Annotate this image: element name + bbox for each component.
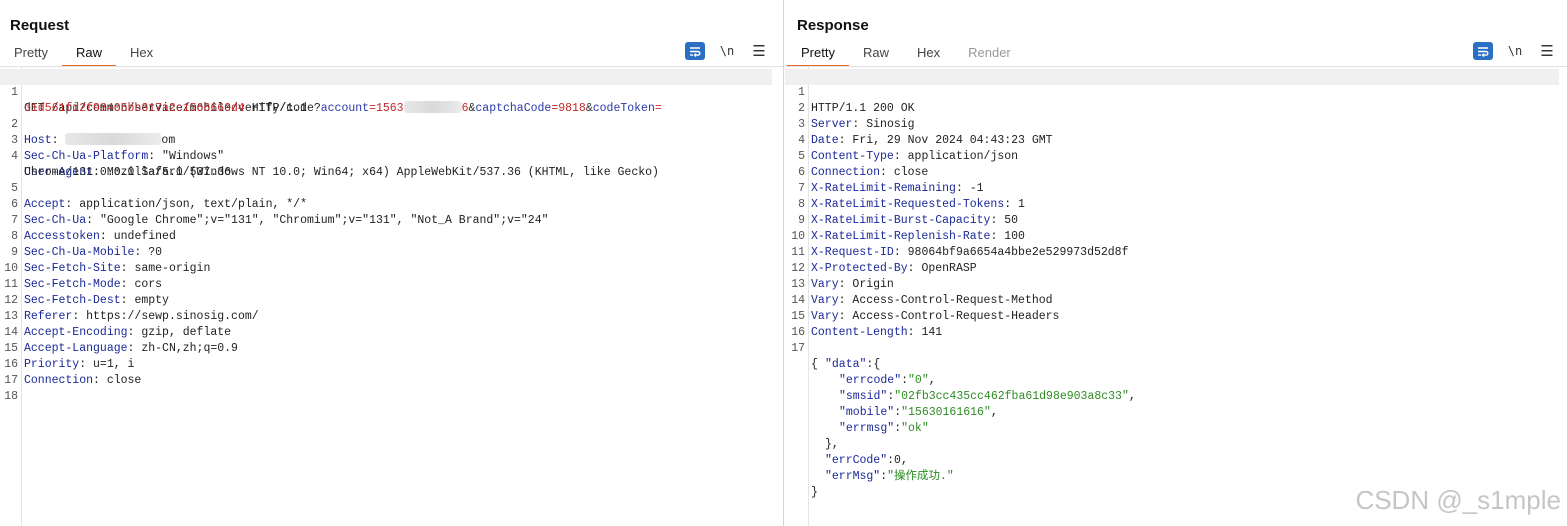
code-line-wrapped: d1d561fd2f98405bb317a2c1566660d4 HTTP/1.… [0, 85, 772, 115]
code-line: 3 Sec-Ch-Ua-Platform: "Windows" [0, 117, 772, 163]
code-line: 6 Sec-Ch-Ua: "Google Chrome";v="131", "C… [0, 181, 772, 227]
code-line: 10 Sec-Fetch-Mode: cors [0, 245, 772, 291]
code-line-wrapped: Chrome/131.0.0.0 Safari/537.36 [0, 149, 772, 179]
json-line: "errMsg":"操作成功." [825, 470, 954, 483]
code-line: 8 X-RateLimit-Burst-Capacity: 50 [785, 181, 1559, 227]
code-line: 13 Accept-Encoding: gzip, deflate [0, 293, 772, 339]
code-line: 12 Referer: https://sewp.sinosig.com/ [0, 277, 772, 323]
code-line: 9 X-RateLimit-Replenish-Rate: 100 [785, 197, 1559, 243]
request-editor[interactable]: 1 GET /api/common/service/mobile/verify/… [0, 69, 772, 403]
word-wrap-icon [690, 46, 701, 57]
request-newline-toggle[interactable]: \n [717, 42, 737, 60]
code-line: 1 HTTP/1.1 200 OK [785, 69, 1559, 115]
response-word-wrap-button[interactable] [1473, 42, 1493, 60]
code-line: 15 Content-Length: 141 [785, 293, 1559, 339]
json-line: "mobile":"15630161616", [839, 406, 998, 419]
code-line: 16 Connection: close [0, 341, 772, 387]
json-line: "data":{ [825, 358, 881, 371]
response-title: Response [797, 17, 869, 34]
json-line: "errCode":0, [825, 454, 908, 467]
request-tabs: Pretty Raw Hex [0, 40, 167, 67]
line-number: 18 [4, 390, 18, 403]
response-pane: Response Pretty Raw Hex Render \n ☰ 1 HT… [785, 0, 1567, 526]
code-line: 10 X-Request-ID: 98064bf9a6654a4bbe2e529… [785, 213, 1559, 259]
request-tab-hex[interactable]: Hex [116, 40, 167, 67]
json-line: } [785, 469, 1559, 499]
request-toolbar: \n ☰ [673, 42, 769, 60]
request-editor-divider [0, 66, 783, 67]
request-tab-pretty[interactable]: Pretty [0, 40, 62, 67]
code-line: 2 Server: Sinosig [785, 85, 1559, 131]
response-menu-icon[interactable]: ☰ [1537, 42, 1557, 60]
request-pane: Request Pretty Raw Hex \n ☰ 1 GET /api/c… [0, 0, 784, 526]
code-line: 11 Sec-Fetch-Dest: empty [0, 261, 772, 307]
response-toolbar: \n ☰ [1461, 42, 1557, 60]
code-line: 17 { [785, 325, 1559, 371]
code-line: 14 Vary: Access-Control-Request-Headers [785, 277, 1559, 323]
code-line: 4 Content-Type: application/json [785, 117, 1559, 163]
response-tab-raw[interactable]: Raw [849, 40, 903, 67]
code-line: 7 Accesstoken: undefined [0, 197, 772, 243]
response-tabs: Pretty Raw Hex Render [787, 40, 1025, 67]
code-line-empty: 17 [0, 357, 772, 387]
code-line: 3 Date: Fri, 29 Nov 2024 04:43:23 GMT [785, 101, 1559, 147]
response-editor-divider [785, 66, 1567, 67]
request-word-wrap-button[interactable] [685, 42, 705, 60]
code-line: 1 GET /api/common/service/mobile/verify/… [0, 69, 772, 115]
code-line: 14 Accept-Language: zh-CN,zh;q=0.9 [0, 309, 772, 355]
json-close-brace: } [811, 486, 818, 499]
code-line: 2 Host: om [0, 101, 772, 147]
code-line: 9 Sec-Fetch-Site: same-origin [0, 229, 772, 275]
code-line: 5 Connection: close [785, 133, 1559, 179]
code-line: 13 Vary: Access-Control-Request-Method [785, 261, 1559, 307]
json-line: "errmsg":"ok" [839, 422, 929, 435]
response-tab-hex[interactable]: Hex [903, 40, 954, 67]
code-line: 4 User-Agent: Mozilla/5.0 (Windows NT 10… [0, 133, 772, 179]
response-tab-pretty[interactable]: Pretty [787, 40, 849, 67]
response-editor[interactable]: 1 HTTP/1.1 200 OK 2 Server: Sinosig 3 Da… [785, 69, 1559, 499]
json-line: }, [785, 421, 1559, 451]
code-line: 5 Accept: application/json, text/plain, … [0, 165, 772, 211]
code-line: 15 Priority: u=1, i [0, 325, 772, 371]
watermark: CSDN @_s1mple [1355, 485, 1561, 515]
json-line: "errcode":"0", [839, 374, 936, 387]
word-wrap-icon [1478, 46, 1489, 57]
response-newline-toggle[interactable]: \n [1505, 42, 1525, 60]
code-line-empty: 18 [0, 373, 772, 403]
request-tab-raw[interactable]: Raw [61, 40, 116, 67]
code-line-empty: 16 [785, 309, 1559, 339]
request-title: Request [10, 17, 70, 34]
code-line: 11 X-Protected-By: OpenRASP [785, 229, 1559, 275]
code-line: 7 X-RateLimit-Requested-Tokens: 1 [785, 165, 1559, 211]
request-menu-icon[interactable]: ☰ [749, 42, 769, 60]
response-tab-render[interactable]: Render [954, 40, 1025, 67]
json-line: "smsid":"02fb3cc435cc462fba61d98e903a8c3… [839, 390, 1136, 403]
code-line: 6 X-RateLimit-Remaining: -1 [785, 149, 1559, 195]
code-line: 8 Sec-Ch-Ua-Mobile: ?0 [0, 213, 772, 259]
code-line: 12 Vary: Origin [785, 245, 1559, 291]
